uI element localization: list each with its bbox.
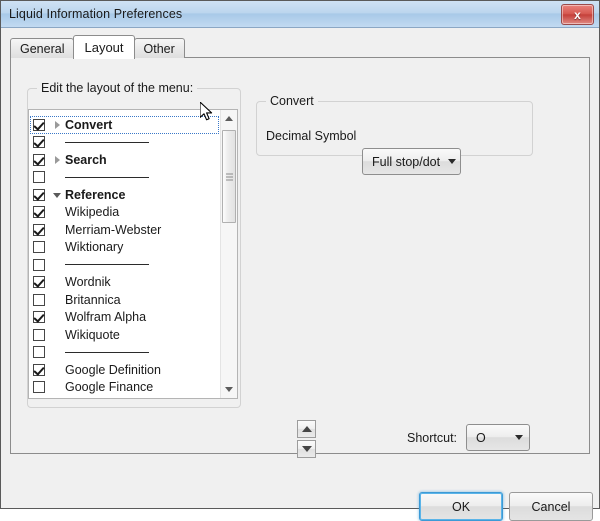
decimal-symbol-label: Decimal Symbol (266, 129, 357, 143)
move-up-arrow-icon[interactable] (297, 420, 316, 438)
move-down-glyph (301, 446, 312, 452)
list-item[interactable]: Google Finance (29, 379, 220, 397)
shortcut-value: O (476, 430, 486, 445)
list-item-checkbox[interactable] (33, 223, 45, 236)
triangle-right-icon[interactable] (53, 154, 64, 166)
cancel-button-label: Cancel (531, 499, 571, 514)
list-item[interactable]: Wikipedia (29, 204, 220, 222)
title-bar[interactable]: Liquid Information Preferences x (1, 1, 599, 28)
list-item[interactable]: Britannica (29, 291, 220, 309)
chevron-down-icon (515, 435, 523, 440)
list-item-label: Convert (65, 117, 113, 132)
list-item-label: Wolfram Alpha (65, 310, 147, 324)
list-item[interactable]: Search (29, 151, 220, 169)
list-item[interactable]: Wolfram Alpha (29, 309, 220, 327)
list-item-checkbox[interactable] (33, 346, 45, 359)
menu-separator-line (65, 141, 149, 143)
scroll-down-glyph (225, 387, 233, 392)
list-item-label: Google Definition (65, 362, 161, 377)
list-item[interactable]: Merriam-Webster (29, 221, 220, 239)
triangle-down-icon[interactable] (53, 189, 64, 201)
list-item-checkbox[interactable] (33, 311, 45, 324)
list-item-label: Search (65, 152, 107, 167)
tab-general-label: General (20, 41, 65, 56)
list-item-checkbox[interactable] (33, 276, 45, 289)
listbox-scrollport: Convert Search Reference Wikipedia Merriam-W… (29, 110, 220, 398)
list-item-label: Wikiquote (65, 327, 120, 342)
list-item-checkbox[interactable] (33, 171, 45, 184)
list-item-checkbox[interactable] (33, 136, 45, 149)
list-item[interactable]: Reference (29, 186, 220, 204)
menu-separator-line (65, 176, 149, 178)
scrollbar-thumb[interactable] (222, 130, 236, 223)
list-item-label: Wordnik (65, 275, 111, 289)
list-item-checkbox[interactable] (33, 206, 45, 219)
close-icon[interactable]: x (561, 4, 594, 25)
dialog-client-area: Edit the layout of the menu: Convert Sear… (1, 28, 599, 521)
list-item[interactable]: Google Definition (29, 361, 220, 379)
menu-layout-listbox[interactable]: Convert Search Reference Wikipedia Merriam-W… (28, 109, 238, 399)
tab-layout-label: Layout (84, 40, 124, 55)
close-glyph: x (574, 7, 581, 22)
convert-groupbox-label: Convert (266, 94, 318, 108)
ok-button[interactable]: OK (419, 492, 503, 521)
list-item[interactable]: Convert (29, 116, 220, 134)
move-down-arrow-icon[interactable] (297, 440, 316, 458)
list-item-label: Britannica (65, 292, 121, 307)
listbox-vertical-scrollbar[interactable] (220, 110, 237, 398)
list-item-checkbox[interactable] (33, 363, 45, 376)
preferences-dialog: Liquid Information Preferences x Edit th… (0, 0, 600, 521)
list-item-checkbox[interactable] (33, 241, 45, 254)
tab-layout[interactable]: Layout (73, 35, 135, 59)
list-item-label: Merriam-Webster (65, 222, 162, 237)
scroll-down-arrow-icon[interactable] (221, 381, 237, 398)
tab-page-layout: Edit the layout of the menu: Convert Sear… (10, 57, 590, 458)
menu-separator-line (65, 264, 149, 266)
list-item[interactable] (29, 134, 220, 152)
chevron-down-icon (448, 159, 457, 164)
list-item-checkbox[interactable] (33, 153, 45, 166)
scroll-up-glyph (225, 116, 233, 121)
list-item-checkbox[interactable] (33, 258, 45, 271)
decimal-symbol-dropdown[interactable]: Full stop/dot (362, 148, 461, 175)
shortcut-label: Shortcut: (407, 431, 458, 445)
list-item-checkbox[interactable] (33, 118, 45, 131)
list-item-checkbox[interactable] (33, 328, 45, 341)
list-item[interactable] (29, 344, 220, 362)
triangle-right-icon[interactable] (53, 119, 64, 131)
list-item-checkbox[interactable] (33, 381, 45, 394)
menu-separator-line (65, 351, 149, 353)
scroll-up-arrow-icon[interactable] (221, 110, 237, 127)
scrollbar-grip-icon (226, 173, 233, 180)
list-item[interactable]: Wikiquote (29, 326, 220, 344)
list-item[interactable]: Wiktionary (29, 239, 220, 257)
tab-general[interactable]: General (10, 38, 75, 58)
decimal-symbol-value: Full stop/dot (372, 154, 441, 169)
list-item-checkbox[interactable] (33, 293, 45, 306)
reorder-spinner (297, 420, 316, 458)
tab-strip: General Layout Other (10, 35, 185, 59)
tab-other-label: Other (143, 41, 175, 56)
list-item-label: Wiktionary (65, 240, 124, 254)
list-item-label: Google Finance (65, 380, 154, 394)
tab-other[interactable]: Other (133, 38, 185, 58)
list-item[interactable] (29, 256, 220, 274)
window-title: Liquid Information Preferences (9, 7, 183, 21)
move-up-glyph (301, 426, 312, 432)
cancel-button[interactable]: Cancel (509, 492, 593, 521)
ok-button-label: OK (451, 499, 471, 514)
list-item[interactable]: Wordnik (29, 274, 220, 292)
layout-groupbox-label: Edit the layout of the menu: (37, 81, 198, 95)
list-item[interactable] (29, 169, 220, 187)
list-item-checkbox[interactable] (33, 188, 45, 201)
shortcut-dropdown[interactable]: O (466, 424, 530, 451)
list-item-label: Reference (65, 187, 126, 202)
list-item-label: Wikipedia (65, 205, 120, 219)
